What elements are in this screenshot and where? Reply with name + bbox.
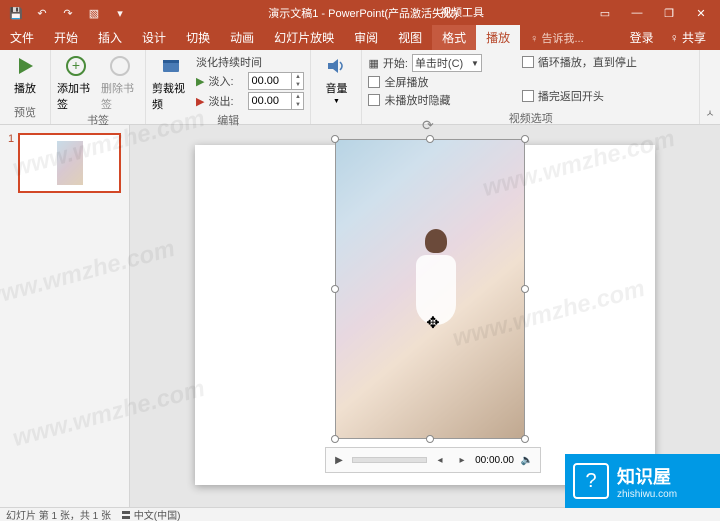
play-button[interactable]: 播放 <box>6 54 44 96</box>
ribbon-options-icon[interactable]: ▭ <box>590 1 620 25</box>
status-lang[interactable]: 〓 中文(中国) <box>121 507 180 522</box>
tab-animations[interactable]: 动画 <box>220 25 264 50</box>
video-frame[interactable]: ✥ <box>335 139 525 439</box>
chevron-down-icon: ▼ <box>333 98 340 105</box>
add-bookmark-button[interactable]: + 添加书签 <box>57 54 95 112</box>
video-player-bar: ▶ ◂ ▸ 00:00.00 🔈 <box>325 447 541 473</box>
minimize-icon[interactable]: — <box>622 1 652 25</box>
tab-transitions[interactable]: 切换 <box>176 25 220 50</box>
tab-file[interactable]: 文件 <box>0 25 44 50</box>
group-preview: 预览 <box>6 104 44 122</box>
slide-thumbnail-panel[interactable]: 1 <box>0 125 130 507</box>
tab-view[interactable]: 视图 <box>388 25 432 50</box>
up-icon[interactable]: ▲ <box>291 93 303 101</box>
chevron-down-icon: ▼ <box>471 59 479 68</box>
resize-handle[interactable] <box>521 135 529 143</box>
zhishiwu-url: zhishiwu.com <box>617 489 677 500</box>
up-icon[interactable]: ▲ <box>291 73 303 81</box>
trim-icon <box>159 54 183 78</box>
close-icon[interactable]: ✕ <box>686 1 716 25</box>
loop-label: 循环播放，直到停止 <box>538 54 637 70</box>
resize-handle[interactable] <box>426 135 434 143</box>
resize-handle[interactable] <box>521 285 529 293</box>
add-bookmark-icon: + <box>64 54 88 78</box>
tab-review[interactable]: 审阅 <box>344 25 388 50</box>
contextual-tab-title: 视频工具 <box>440 4 484 20</box>
login-link[interactable]: 登录 <box>624 25 660 50</box>
fadein-label: 淡入: <box>208 73 244 89</box>
fadein-spinner[interactable]: ▲▼ <box>248 72 304 90</box>
player-prev-icon[interactable]: ◂ <box>431 451 449 469</box>
resize-handle[interactable] <box>521 435 529 443</box>
player-time: 00:00.00 <box>475 455 514 466</box>
player-next-icon[interactable]: ▸ <box>453 451 471 469</box>
volume-button[interactable]: 音量 ▼ <box>317 54 355 105</box>
restore-icon[interactable]: ❐ <box>654 1 684 25</box>
slideshow-icon[interactable]: ▧ <box>86 5 102 21</box>
tab-home[interactable]: 开始 <box>44 25 88 50</box>
hide-label: 未播放时隐藏 <box>384 92 450 108</box>
fullscreen-checkbox[interactable] <box>368 76 380 88</box>
player-timeline[interactable] <box>352 457 427 463</box>
zhishiwu-title: 知识屋 <box>617 463 677 489</box>
tab-slideshow[interactable]: 幻灯片放映 <box>264 25 344 50</box>
tab-insert[interactable]: 插入 <box>88 25 132 50</box>
rotate-handle[interactable]: ⟳ <box>422 117 438 133</box>
resize-handle[interactable] <box>331 135 339 143</box>
rewind-label: 播完返回开头 <box>538 88 604 104</box>
zhishiwu-icon: ? <box>573 463 609 499</box>
slide-thumbnail[interactable] <box>18 133 121 193</box>
volume-icon <box>324 54 348 78</box>
remove-bookmark-icon <box>108 54 132 78</box>
tab-playback[interactable]: 播放 <box>476 25 520 50</box>
status-bar: 幻灯片 第 1 张，共 1 张 〓 中文(中国) <box>0 507 720 521</box>
resize-handle[interactable] <box>426 435 434 443</box>
down-icon[interactable]: ▼ <box>291 101 303 109</box>
hide-checkbox[interactable] <box>368 94 380 106</box>
player-play-icon[interactable]: ▶ <box>330 451 348 469</box>
tab-design[interactable]: 设计 <box>132 25 176 50</box>
resize-handle[interactable] <box>331 435 339 443</box>
slide-area[interactable]: ⟳ ✥ ▶ ◂ ▸ 00:00.00 🔈 <box>130 125 720 507</box>
status-slide: 幻灯片 第 1 张，共 1 张 <box>6 507 111 522</box>
video-object[interactable]: ⟳ ✥ <box>335 139 525 439</box>
slide[interactable]: ⟳ ✥ ▶ ◂ ▸ 00:00.00 🔈 <box>195 145 655 485</box>
remove-bookmark-button[interactable]: 删除书签 <box>101 54 139 112</box>
fadeout-spinner[interactable]: ▲▼ <box>248 92 304 110</box>
tell-me: ♀ 告诉我... <box>520 26 593 50</box>
fadein-input[interactable] <box>249 75 291 87</box>
start-label: 开始: <box>383 55 408 71</box>
start-dropdown[interactable]: 单击时(C) ▼ <box>412 54 482 72</box>
loop-checkbox[interactable] <box>522 56 534 68</box>
trim-video-button[interactable]: 剪裁视频 <box>152 54 190 112</box>
player-volume-icon[interactable]: 🔈 <box>518 451 536 469</box>
tab-format[interactable]: 格式 <box>432 25 476 50</box>
thumb-number: 1 <box>8 133 14 193</box>
fadeout-label: 淡出: <box>208 93 244 109</box>
window-title: 演示文稿1 - PowerPoint(产品激活失败) <box>136 5 590 21</box>
fullscreen-label: 全屏播放 <box>384 74 428 90</box>
qat-more-icon[interactable]: ▾ <box>112 5 128 21</box>
resize-handle[interactable] <box>331 285 339 293</box>
redo-icon[interactable]: ↷ <box>60 5 76 21</box>
down-icon[interactable]: ▼ <box>291 81 303 89</box>
share-button[interactable]: ♀ 共享 <box>664 25 712 50</box>
collapse-ribbon-icon[interactable]: ㅅ <box>705 105 714 120</box>
fadeout-arrow-icon: ▶ <box>196 95 204 108</box>
start-icon: ▦ <box>368 57 378 70</box>
svg-text:+: + <box>72 57 80 73</box>
save-icon[interactable]: 💾 <box>8 5 24 21</box>
undo-icon[interactable]: ↶ <box>34 5 50 21</box>
move-cursor-icon: ✥ <box>426 313 439 333</box>
zhishiwu-banner[interactable]: ? 知识屋 zhishiwu.com <box>565 454 720 508</box>
fadein-arrow-icon: ▶ <box>196 75 204 88</box>
fade-duration-label: 淡化持续时间 <box>196 54 304 70</box>
lightbulb-icon: ♀ <box>530 33 538 45</box>
play-icon <box>13 54 37 78</box>
fadeout-input[interactable] <box>249 95 291 107</box>
rewind-checkbox[interactable] <box>522 90 534 102</box>
thumb-image <box>57 141 83 185</box>
